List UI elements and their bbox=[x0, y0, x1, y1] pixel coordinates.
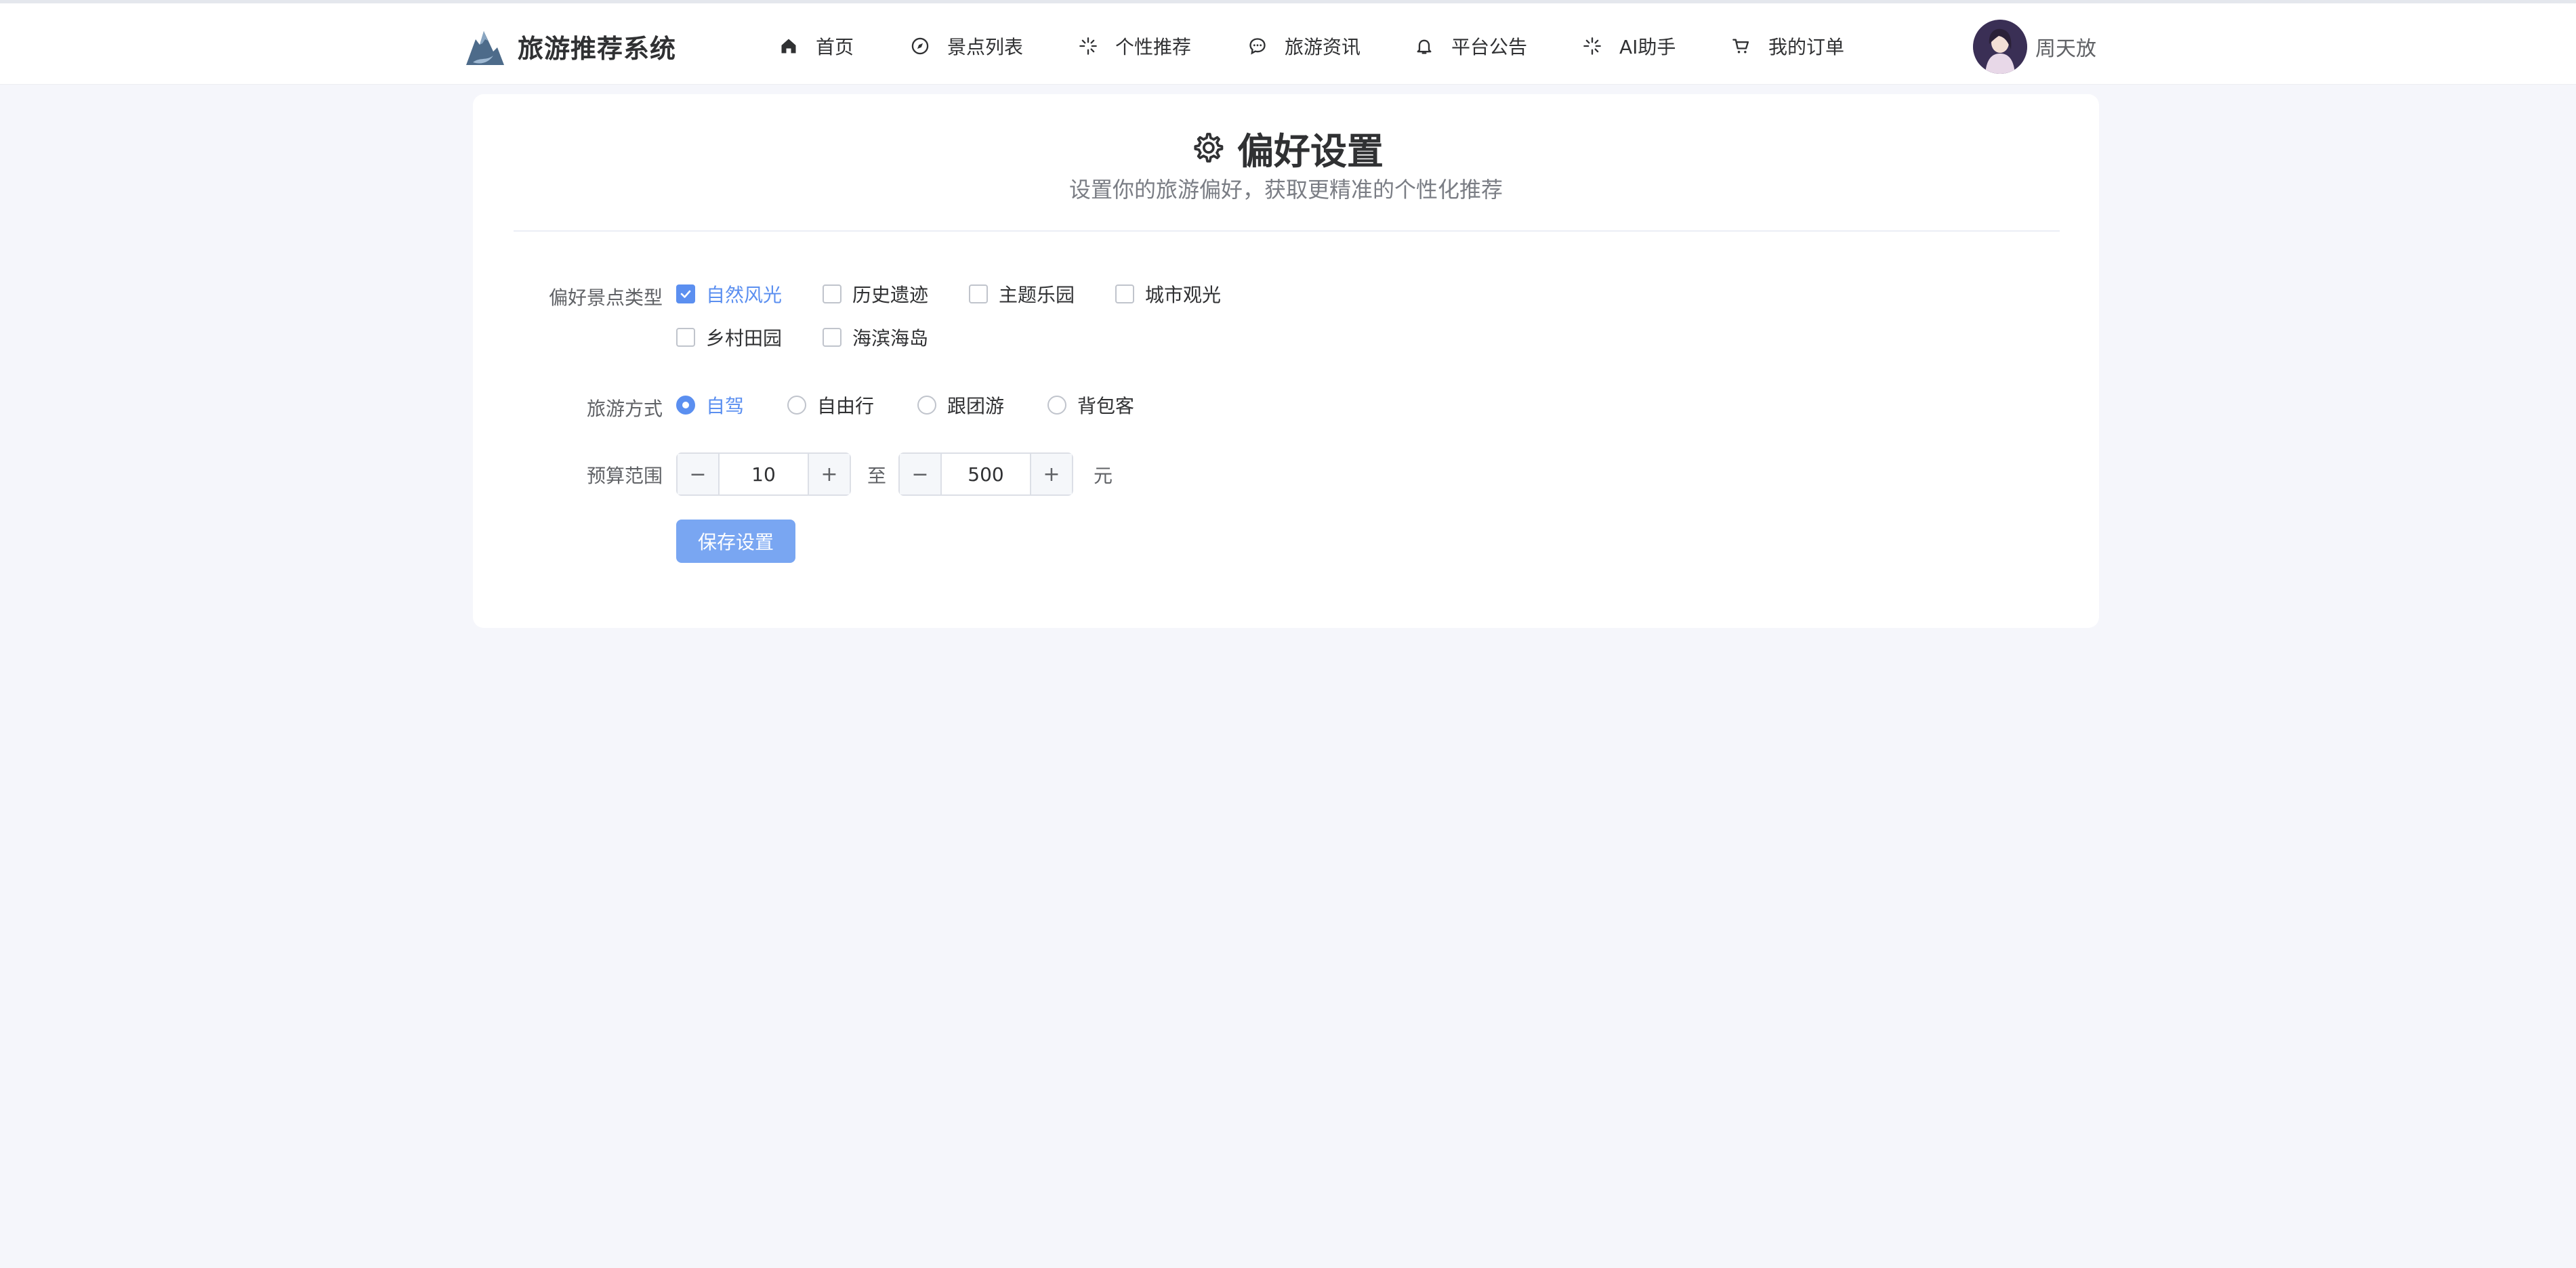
range-separator: 至 bbox=[867, 465, 887, 487]
checkbox-theme-park[interactable]: 主题乐园 bbox=[969, 280, 1075, 308]
checkbox-box[interactable] bbox=[676, 328, 695, 347]
avatar[interactable] bbox=[1973, 20, 2027, 74]
save-settings-button[interactable]: 保存设置 bbox=[676, 520, 795, 563]
nav-item-ai-assistant[interactable]: AI助手 bbox=[1583, 28, 1676, 64]
nav-item-announcements[interactable]: 平台公告 bbox=[1415, 28, 1527, 64]
nav-item-label: 个性推荐 bbox=[1115, 36, 1192, 58]
checkbox-box[interactable] bbox=[823, 328, 842, 347]
nav-item-label: AI助手 bbox=[1619, 36, 1676, 58]
nav-item-label: 首页 bbox=[816, 36, 854, 58]
preference-card: 偏好设置 设置你的旅游偏好，获取更精准的个性化推荐 偏好景点类型 自然风光 历史… bbox=[473, 94, 2099, 628]
brand[interactable]: 旅游推荐系统 bbox=[463, 22, 676, 70]
checkbox-label: 海滨海岛 bbox=[852, 327, 929, 350]
checkbox-label: 乡村田园 bbox=[706, 327, 783, 350]
radio-label: 背包客 bbox=[1077, 395, 1135, 417]
nav-item-my-orders[interactable]: 我的订单 bbox=[1732, 28, 1844, 64]
checkbox-box[interactable] bbox=[676, 284, 695, 303]
increment-button[interactable]: + bbox=[1030, 454, 1072, 494]
checkbox-box[interactable] bbox=[969, 284, 988, 303]
budget-max-stepper[interactable]: − + bbox=[898, 452, 1073, 496]
user-name: 周天放 bbox=[2035, 37, 2096, 61]
checkbox-label: 自然风光 bbox=[706, 284, 783, 306]
cart-icon bbox=[1732, 39, 1749, 54]
bell-icon bbox=[1417, 39, 1432, 54]
user-menu[interactable]: 周天放 bbox=[1973, 20, 2096, 74]
radio-group-tour[interactable]: 跟团游 bbox=[917, 392, 1004, 419]
radio-dot[interactable] bbox=[676, 396, 695, 415]
avatar-portrait-icon bbox=[1973, 20, 2027, 74]
budget-label: 预算范围 bbox=[586, 465, 663, 487]
checkbox-label: 历史遗迹 bbox=[852, 284, 929, 306]
radio-dot[interactable] bbox=[787, 396, 806, 415]
radio-label: 跟团游 bbox=[947, 395, 1005, 417]
radio-label: 自由行 bbox=[817, 395, 875, 417]
nav-item-scenic-list[interactable]: 景点列表 bbox=[911, 28, 1023, 64]
app-title: 旅游推荐系统 bbox=[518, 33, 677, 64]
checkbox-natural-scenery[interactable]: 自然风光 bbox=[676, 280, 782, 308]
budget-max-input[interactable] bbox=[942, 454, 1030, 494]
nav-item-label: 景点列表 bbox=[947, 36, 1024, 58]
travel-mode-label: 旅游方式 bbox=[586, 398, 663, 420]
nav-item-travel-news[interactable]: 旅游资讯 bbox=[1248, 28, 1360, 64]
sparkle-icon bbox=[1079, 37, 1097, 55]
checkbox-countryside[interactable]: 乡村田园 bbox=[676, 324, 782, 351]
checkbox-label: 主题乐园 bbox=[999, 284, 1075, 306]
page-header: 偏好设置 bbox=[473, 121, 2099, 174]
nav-item-label: 旅游资讯 bbox=[1285, 36, 1361, 58]
top-navbar: 旅游推荐系统 首页 景点列表 个性推荐 旅游资讯 平台公告 AI助手 我的订单 bbox=[0, 3, 2576, 85]
checkmark-icon bbox=[680, 290, 691, 298]
sparkle-icon bbox=[1583, 37, 1601, 55]
radio-self-drive[interactable]: 自驾 bbox=[676, 392, 744, 419]
divider bbox=[514, 230, 2060, 232]
decrement-button[interactable]: − bbox=[900, 454, 942, 494]
nav-item-label: 我的订单 bbox=[1768, 36, 1845, 58]
nav-item-home[interactable]: 首页 bbox=[779, 28, 854, 64]
nav-item-label: 平台公告 bbox=[1451, 36, 1528, 58]
radio-label: 自驾 bbox=[706, 395, 745, 417]
scenic-type-label: 偏好景点类型 bbox=[548, 287, 663, 309]
checkbox-label: 城市观光 bbox=[1145, 284, 1222, 306]
checkbox-city-sightseeing[interactable]: 城市观光 bbox=[1115, 280, 1221, 308]
radio-dot[interactable] bbox=[1047, 396, 1066, 415]
checkbox-box[interactable] bbox=[823, 284, 842, 303]
compass-icon bbox=[911, 37, 929, 55]
radio-backpacker[interactable]: 背包客 bbox=[1047, 392, 1134, 419]
gear-icon bbox=[1194, 133, 1224, 163]
page-title: 偏好设置 bbox=[1237, 129, 1384, 173]
increment-button[interactable]: + bbox=[808, 454, 850, 494]
decrement-button[interactable]: − bbox=[678, 454, 720, 494]
checkbox-box[interactable] bbox=[1115, 284, 1134, 303]
currency-unit: 元 bbox=[1094, 465, 1113, 487]
checkbox-seaside-island[interactable]: 海滨海岛 bbox=[823, 324, 928, 351]
nav-item-recommend[interactable]: 个性推荐 bbox=[1079, 28, 1191, 64]
mountain-logo-icon bbox=[466, 31, 504, 65]
chat-bubble-icon bbox=[1249, 38, 1266, 55]
budget-min-stepper[interactable]: − + bbox=[676, 452, 851, 496]
radio-independent-travel[interactable]: 自由行 bbox=[787, 392, 874, 419]
budget-min-input[interactable] bbox=[720, 454, 808, 494]
home-icon bbox=[781, 39, 796, 54]
page-subtitle: 设置你的旅游偏好，获取更精准的个性化推荐 bbox=[1068, 177, 1503, 203]
checkbox-historic-sites[interactable]: 历史遗迹 bbox=[823, 280, 928, 308]
radio-dot[interactable] bbox=[917, 396, 936, 415]
